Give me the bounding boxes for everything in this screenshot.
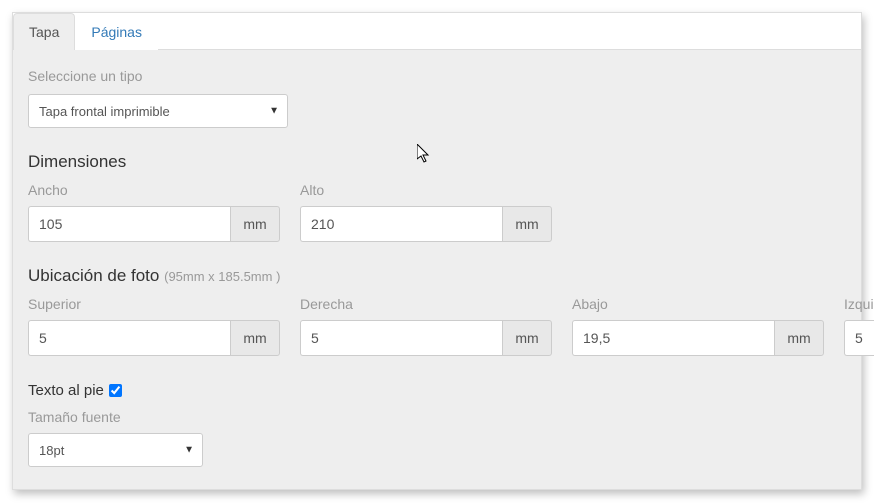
right-label: Derecha <box>300 296 552 312</box>
height-input-group: mm <box>300 206 552 242</box>
top-input-group: mm <box>28 320 280 356</box>
width-input-group: mm <box>28 206 280 242</box>
height-input[interactable] <box>300 206 502 242</box>
footer-text-row: Texto al pie <box>28 382 846 399</box>
tab-tapa[interactable]: Tapa <box>13 13 75 50</box>
right-input[interactable] <box>300 320 502 356</box>
left-field: Izquierda mm <box>844 296 874 356</box>
bottom-input-group: mm <box>572 320 824 356</box>
bottom-input[interactable] <box>572 320 774 356</box>
right-field: Derecha mm <box>300 296 552 356</box>
font-size-select-wrap: 18pt ▼ <box>28 433 203 467</box>
right-unit: mm <box>502 320 552 356</box>
photo-location-title: Ubicación de foto (95mm x 185.5mm ) <box>28 266 846 286</box>
dimensions-title: Dimensiones <box>28 152 846 172</box>
top-unit: mm <box>230 320 280 356</box>
bottom-unit: mm <box>774 320 824 356</box>
tab-paginas[interactable]: Páginas <box>75 13 158 50</box>
photo-title-text: Ubicación de foto <box>28 266 159 285</box>
height-field: Alto mm <box>300 182 552 242</box>
bottom-field: Abajo mm <box>572 296 824 356</box>
left-label: Izquierda <box>844 296 874 312</box>
width-unit: mm <box>230 206 280 242</box>
right-input-group: mm <box>300 320 552 356</box>
type-select[interactable]: Tapa frontal imprimible <box>29 95 287 127</box>
width-input[interactable] <box>28 206 230 242</box>
top-input[interactable] <box>28 320 230 356</box>
footer-text-label: Texto al pie <box>28 382 104 399</box>
type-label: Seleccione un tipo <box>28 68 846 84</box>
tab-bar: Tapa Páginas <box>13 13 861 50</box>
height-unit: mm <box>502 206 552 242</box>
height-label: Alto <box>300 182 552 198</box>
top-field: Superior mm <box>28 296 280 356</box>
left-input-group: mm <box>844 320 874 356</box>
width-label: Ancho <box>28 182 280 198</box>
dimensions-row: Ancho mm Alto mm <box>28 182 846 242</box>
left-input[interactable] <box>844 320 874 356</box>
photo-row: Superior mm Derecha mm Abajo mm <box>28 296 846 356</box>
photo-size-hint: (95mm x 185.5mm ) <box>164 269 280 284</box>
top-label: Superior <box>28 296 280 312</box>
bottom-label: Abajo <box>572 296 824 312</box>
panel-body: Seleccione un tipo Tapa frontal imprimib… <box>13 50 861 489</box>
font-size-select[interactable]: 18pt <box>29 434 202 466</box>
type-select-wrap: Tapa frontal imprimible ▼ <box>28 94 288 128</box>
width-field: Ancho mm <box>28 182 280 242</box>
font-size-label: Tamaño fuente <box>28 409 846 425</box>
footer-text-checkbox[interactable] <box>109 384 122 397</box>
settings-panel: Tapa Páginas Seleccione un tipo Tapa fro… <box>12 12 862 490</box>
